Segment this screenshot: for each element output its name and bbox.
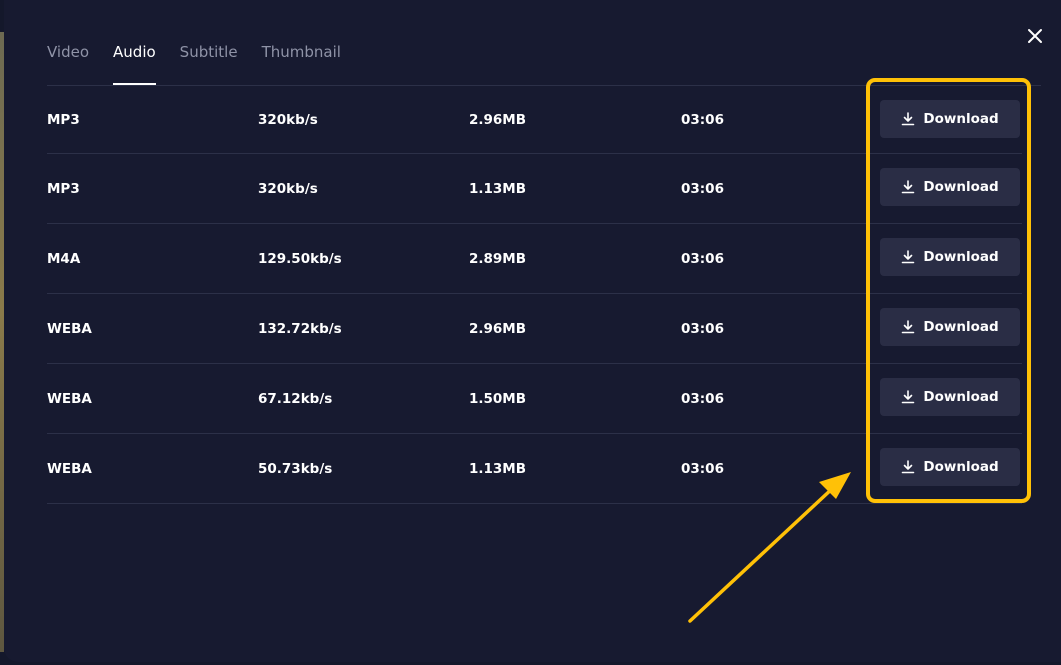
size-cell: 1.13MB	[469, 180, 527, 197]
download-label: Download	[923, 459, 999, 475]
download-icon	[901, 250, 915, 264]
size-cell: 2.96MB	[469, 320, 527, 337]
download-label: Download	[923, 111, 999, 127]
bitrate-cell: 132.72kb/s	[258, 320, 342, 337]
download-icon	[901, 112, 915, 126]
download-dialog: Video Audio Subtitle Thumbnail MP3 320kb…	[4, 0, 1061, 662]
close-icon	[1028, 29, 1042, 43]
bitrate-cell: 50.73kb/s	[258, 460, 333, 477]
duration-cell: 03:06	[681, 180, 724, 197]
format-cell: WEBA	[47, 390, 92, 407]
download-button[interactable]: Download	[880, 100, 1020, 138]
screen: Video Audio Subtitle Thumbnail MP3 320kb…	[0, 0, 1061, 665]
tab-video[interactable]: Video	[47, 43, 89, 85]
download-button[interactable]: Download	[880, 378, 1020, 416]
download-button[interactable]: Download	[880, 448, 1020, 486]
tab-subtitle[interactable]: Subtitle	[180, 43, 238, 85]
download-label: Download	[923, 389, 999, 405]
duration-cell: 03:06	[681, 250, 724, 267]
download-icon	[901, 180, 915, 194]
duration-cell: 03:06	[681, 460, 724, 477]
tab-thumbnail[interactable]: Thumbnail	[262, 43, 341, 85]
download-button[interactable]: Download	[880, 308, 1020, 346]
table-row: WEBA 132.72kb/s 2.96MB 03:06 Download	[47, 294, 1022, 364]
download-label: Download	[923, 319, 999, 335]
download-label: Download	[923, 179, 999, 195]
format-cell: WEBA	[47, 460, 92, 477]
table-row: WEBA 50.73kb/s 1.13MB 03:06 Download	[47, 434, 1022, 504]
table-row: M4A 129.50kb/s 2.89MB 03:06 Download	[47, 224, 1022, 294]
download-icon	[901, 320, 915, 334]
format-cell: MP3	[47, 180, 80, 197]
table-row: WEBA 67.12kb/s 1.50MB 03:06 Download	[47, 364, 1022, 434]
table-row: MP3 320kb/s 2.96MB 03:06 Download	[47, 86, 1022, 154]
download-icon	[901, 460, 915, 474]
size-cell: 2.89MB	[469, 250, 527, 267]
bitrate-cell: 320kb/s	[258, 180, 318, 197]
download-button[interactable]: Download	[880, 168, 1020, 206]
size-cell: 2.96MB	[469, 111, 527, 128]
format-tabs: Video Audio Subtitle Thumbnail	[47, 0, 365, 85]
format-cell: MP3	[47, 111, 80, 128]
duration-cell: 03:06	[681, 111, 724, 128]
table-row: MP3 320kb/s 1.13MB 03:06 Download	[47, 154, 1022, 224]
format-cell: M4A	[47, 250, 81, 267]
download-label: Download	[923, 249, 999, 265]
download-button[interactable]: Download	[880, 238, 1020, 276]
tab-audio[interactable]: Audio	[113, 43, 156, 85]
size-cell: 1.50MB	[469, 390, 527, 407]
bitrate-cell: 67.12kb/s	[258, 390, 333, 407]
bitrate-cell: 129.50kb/s	[258, 250, 342, 267]
bitrate-cell: 320kb/s	[258, 111, 318, 128]
size-cell: 1.13MB	[469, 460, 527, 477]
duration-cell: 03:06	[681, 390, 724, 407]
close-button[interactable]	[1023, 24, 1047, 48]
duration-cell: 03:06	[681, 320, 724, 337]
format-cell: WEBA	[47, 320, 92, 337]
download-icon	[901, 390, 915, 404]
audio-format-list: MP3 320kb/s 2.96MB 03:06 Download MP3 32…	[47, 86, 1022, 504]
